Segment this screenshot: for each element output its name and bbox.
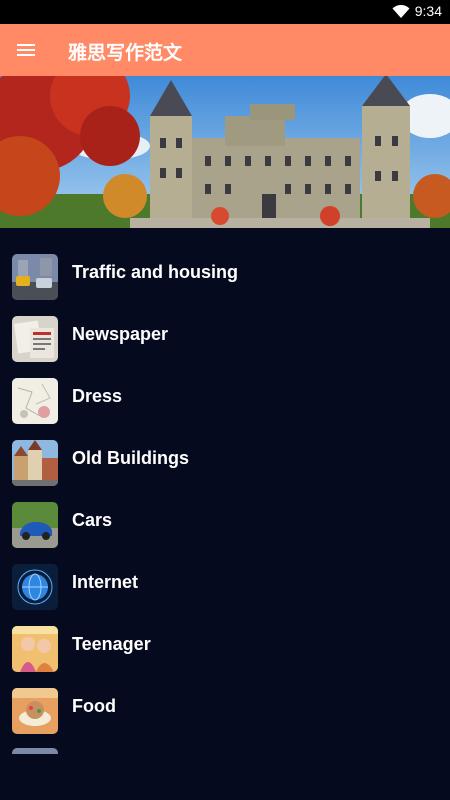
topic-label: Old Buildings: [72, 448, 189, 468]
internet-thumbnail: [12, 564, 58, 610]
partial-list-thumbnail: [12, 748, 58, 754]
dress-thumbnail: [12, 378, 58, 424]
app-toolbar: 雅思写作范文: [0, 24, 450, 76]
app-title: 雅思写作范文: [68, 42, 183, 64]
old-buildings-thumbnail: [12, 440, 58, 486]
traffic-thumbnail: [12, 254, 58, 300]
topic-label: Cars: [72, 510, 113, 530]
menu-icon[interactable]: [12, 36, 40, 64]
topic-label: Internet: [72, 572, 139, 592]
topic-label: Teenager: [72, 634, 151, 654]
list-item[interactable]: Traffic and housing: [0, 240, 450, 302]
teenager-thumbnail: [12, 626, 58, 672]
topic-label: Food: [72, 696, 116, 716]
topic-label: Traffic and housing: [72, 262, 239, 282]
list-item[interactable]: Food: [0, 674, 450, 736]
topic-list: Traffic and housing Newspaper Dress Old …: [0, 240, 450, 736]
banner-image: [0, 76, 450, 228]
wifi-icon: [392, 5, 410, 18]
list-item[interactable]: Dress: [0, 364, 450, 426]
cars-thumbnail: [12, 502, 58, 548]
list-item[interactable]: Teenager: [0, 612, 450, 674]
status-bar: 9:34: [0, 0, 450, 24]
food-thumbnail: [12, 688, 58, 734]
topic-label: Newspaper: [72, 324, 169, 344]
list-item[interactable]: Old Buildings: [0, 426, 450, 488]
list-item[interactable]: Newspaper: [0, 302, 450, 364]
list-item[interactable]: Internet: [0, 550, 450, 612]
status-time: 9:34: [414, 3, 442, 19]
newspaper-thumbnail: [12, 316, 58, 362]
castle-autumn-photo: [0, 76, 450, 228]
list-item[interactable]: Cars: [0, 488, 450, 550]
topic-label: Dress: [72, 386, 123, 406]
